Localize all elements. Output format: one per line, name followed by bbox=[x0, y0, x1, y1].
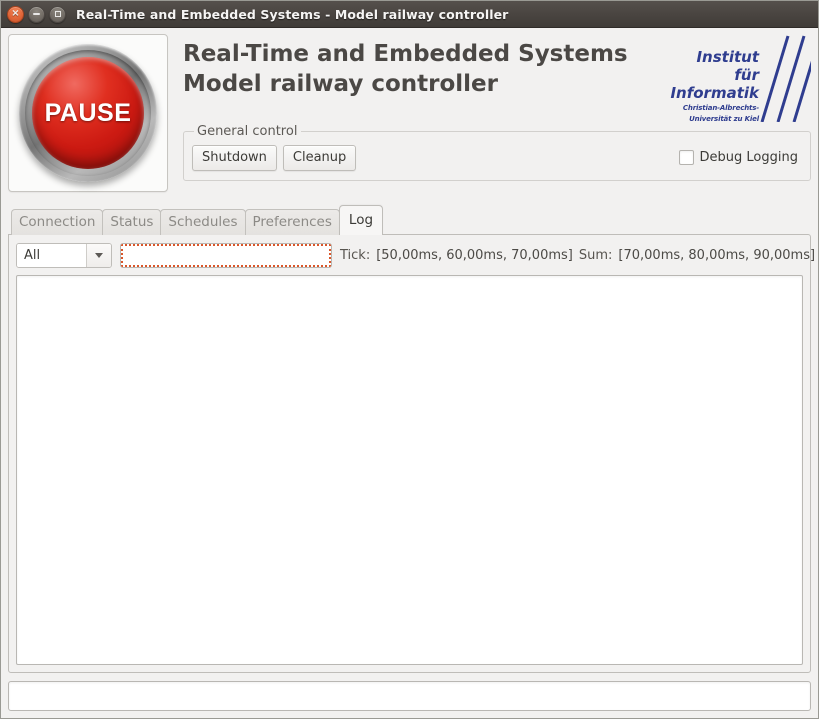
minimize-icon[interactable] bbox=[28, 5, 45, 23]
chevron-down-icon[interactable] bbox=[86, 243, 111, 267]
tab-bar: Connection Status Schedules Preferences … bbox=[8, 205, 811, 235]
status-input-field[interactable] bbox=[8, 681, 811, 711]
maximize-glyph bbox=[50, 7, 65, 22]
window-content: PAUSE Real-Time and Embedded Systems Mod… bbox=[1, 28, 818, 718]
cleanup-button[interactable]: Cleanup bbox=[282, 144, 357, 171]
debug-logging-label: Debug Logging bbox=[699, 150, 798, 165]
timing-status: Tick: [50,00ms, 60,00ms, 70,00ms] Sum: [… bbox=[340, 248, 815, 263]
tab-log[interactable]: Log bbox=[338, 205, 384, 235]
general-control-wrapper: General control Shutdown Cleanup Debug L… bbox=[178, 122, 811, 192]
title-block: Real-Time and Embedded Systems Model rai… bbox=[178, 34, 811, 122]
maximize-icon[interactable] bbox=[49, 5, 66, 23]
app-title-secondary: Model railway controller bbox=[183, 71, 498, 97]
sum-label: Sum: bbox=[578, 247, 613, 263]
tick-value: [50,00ms, 60,00ms, 70,00ms] bbox=[376, 247, 573, 263]
tab-preferences[interactable]: Preferences bbox=[244, 209, 340, 235]
window-title: Real-Time and Embedded Systems - Model r… bbox=[76, 6, 509, 22]
close-glyph: × bbox=[11, 8, 20, 19]
tab-connection[interactable]: Connection bbox=[11, 209, 104, 235]
window-controls: × bbox=[7, 5, 66, 23]
logo-text: Institut für Informatik Christian-Albrec… bbox=[646, 48, 759, 122]
pause-button-label: PAUSE bbox=[44, 98, 132, 127]
general-control-legend: General control bbox=[197, 124, 298, 139]
title-bar: × Real-Time and Embedded Systems - Model… bbox=[1, 1, 818, 28]
app-titles: Real-Time and Embedded Systems Model rai… bbox=[183, 34, 628, 99]
shutdown-button[interactable]: Shutdown bbox=[192, 144, 277, 171]
debug-logging-control[interactable]: Debug Logging bbox=[678, 150, 798, 165]
header-area: PAUSE Real-Time and Embedded Systems Mod… bbox=[8, 34, 811, 199]
log-filter-row: All Tick: [50,00ms, 60,00ms, 70,00ms] Su… bbox=[16, 242, 815, 268]
sum-value: [70,00ms, 80,00ms, 90,00ms] bbox=[618, 247, 816, 263]
close-icon[interactable]: × bbox=[7, 5, 24, 23]
pause-button-panel: PAUSE bbox=[8, 34, 168, 192]
minimize-glyph bbox=[29, 7, 44, 22]
header-right: Real-Time and Embedded Systems Model rai… bbox=[178, 34, 811, 192]
log-search-input[interactable] bbox=[120, 242, 332, 268]
tick-label: Tick: bbox=[340, 247, 371, 263]
tab-status[interactable]: Status bbox=[102, 209, 162, 235]
logo-line-3: Christian-Albrechts-Universität zu Kiel bbox=[682, 104, 759, 122]
app-title-primary: Real-Time and Embedded Systems bbox=[183, 41, 628, 67]
tab-schedules[interactable]: Schedules bbox=[160, 209, 246, 235]
institute-logo: Institut für Informatik Christian-Albrec… bbox=[646, 34, 811, 122]
log-tab-panel: All Tick: [50,00ms, 60,00ms, 70,00ms] Su… bbox=[8, 234, 815, 673]
log-level-select-value: All bbox=[17, 243, 86, 267]
logo-line-1: Institut bbox=[696, 48, 759, 66]
logo-line-2: für Informatik bbox=[670, 66, 759, 102]
general-control-group: General control Shutdown Cleanup Debug L… bbox=[183, 124, 811, 181]
general-control-buttons: Shutdown Cleanup bbox=[192, 144, 357, 171]
debug-logging-checkbox[interactable] bbox=[678, 150, 694, 165]
log-level-select[interactable]: All bbox=[16, 242, 112, 268]
pause-button-face: PAUSE bbox=[32, 57, 144, 169]
log-output-area[interactable] bbox=[16, 275, 803, 665]
application-window: × Real-Time and Embedded Systems - Model… bbox=[0, 0, 819, 719]
pause-button[interactable]: PAUSE bbox=[19, 44, 157, 182]
